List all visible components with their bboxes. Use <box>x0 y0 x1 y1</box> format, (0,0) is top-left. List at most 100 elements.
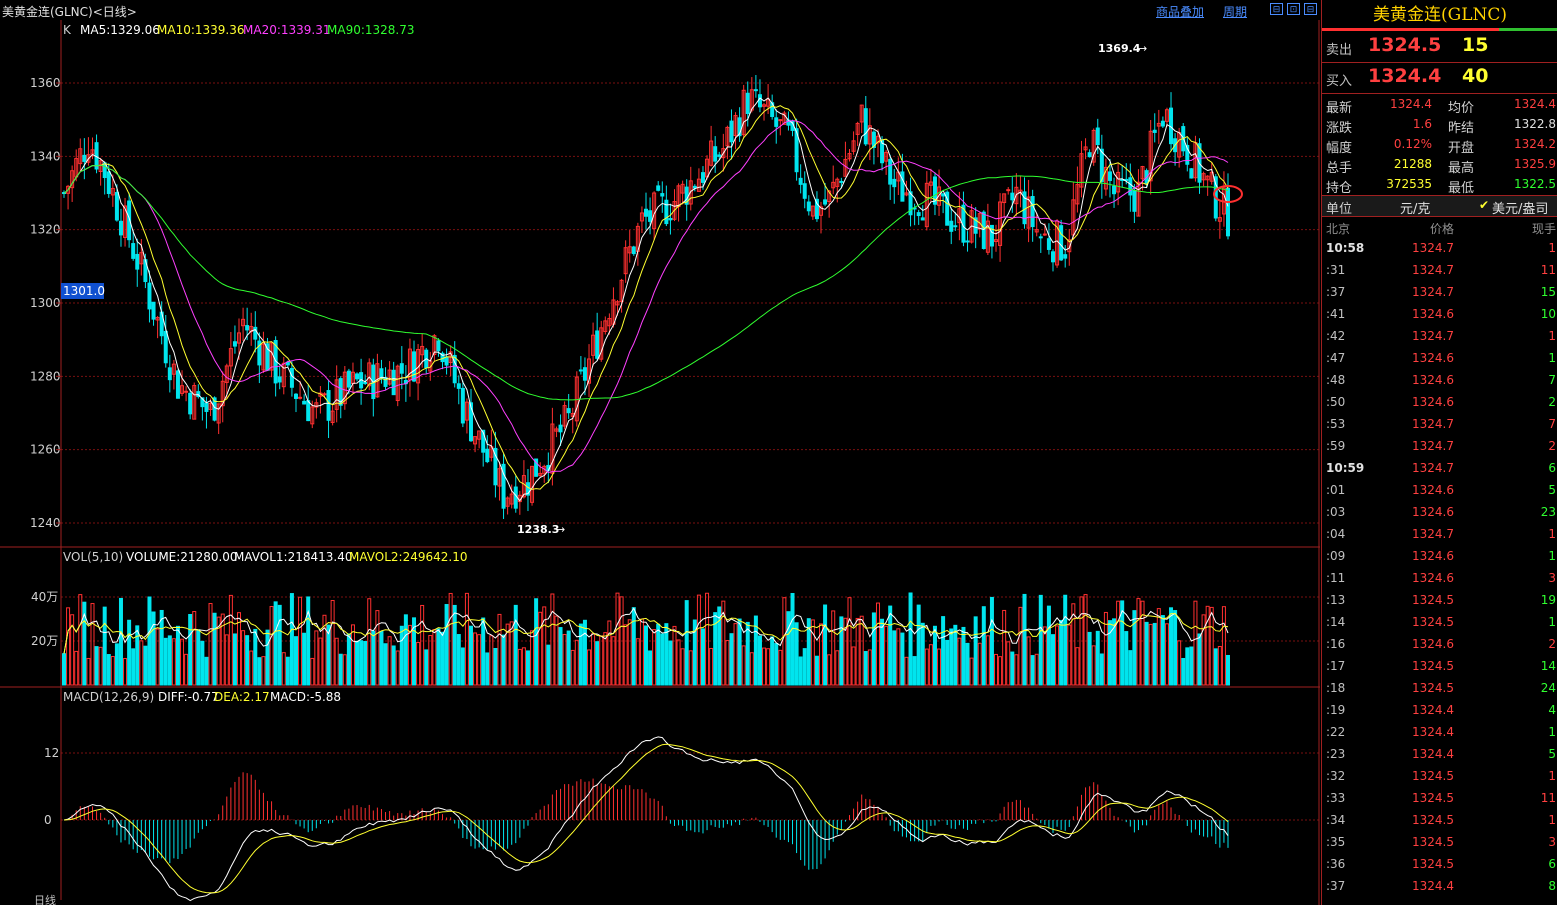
volume-bar <box>1124 631 1129 686</box>
buy-row[interactable]: 买入 1324.4 40 <box>1322 62 1557 93</box>
candle-body <box>363 381 368 384</box>
volume-bar <box>1046 605 1051 686</box>
volume-bar <box>814 655 819 686</box>
volume-bar <box>794 622 799 686</box>
volume-bar <box>688 650 693 686</box>
tick-row: :42 1324.7 1 <box>1322 326 1557 348</box>
volume-bar <box>1193 600 1198 686</box>
candle-body <box>82 154 87 162</box>
volume-bar <box>867 649 872 686</box>
candle-body <box>920 217 925 221</box>
tick-volume: 4 <box>1548 703 1556 717</box>
volume-bar <box>424 649 429 686</box>
volume-bar <box>468 625 473 686</box>
tick-volume: 6 <box>1548 857 1556 871</box>
stat-row: 涨跌 1.6 昨结 1322.8 <box>1322 114 1557 136</box>
ma10-label: MA10:1339.36 <box>157 23 245 37</box>
volume-bar <box>908 592 913 686</box>
checkmark-icon[interactable]: ✔ <box>1479 198 1489 212</box>
tick-volume: 7 <box>1548 373 1556 387</box>
volume-bar <box>1006 641 1011 686</box>
kline-chart[interactable]: 136013401320130012801260124040万20万120 K … <box>0 20 1320 905</box>
volume-bar <box>102 606 107 686</box>
volume-bar <box>1177 640 1182 686</box>
volume-value: VOLUME:21280.00 <box>126 550 238 564</box>
volume-bar <box>639 618 644 686</box>
sell-volume: 15 <box>1462 34 1489 56</box>
candle-body <box>1059 225 1064 261</box>
low-marker-label: 1238.3 <box>517 523 559 536</box>
maximize-icon[interactable]: ⊡ <box>1287 3 1300 15</box>
volume-bar <box>375 610 380 686</box>
volume-bar <box>123 658 128 686</box>
volume-bar <box>1034 653 1039 686</box>
period-link[interactable]: 周期 <box>1223 3 1247 20</box>
volume-bar <box>367 598 372 686</box>
candle-body <box>460 387 465 424</box>
volume-bar <box>355 640 360 686</box>
volume-bar <box>62 653 66 686</box>
volume-bar <box>395 650 400 686</box>
volume-bar <box>1116 600 1121 686</box>
volume-bar <box>1107 620 1112 686</box>
candle-body <box>485 448 490 463</box>
candle-body <box>167 367 172 381</box>
tick-volume: 8 <box>1548 879 1556 893</box>
candle-body <box>277 376 282 383</box>
ma20-line <box>63 120 1229 474</box>
volume-bar <box>582 619 587 686</box>
volume-bar <box>208 603 213 686</box>
volume-bar <box>786 611 791 686</box>
volume-bar <box>106 654 111 686</box>
tick-row: :35 1324.5 3 <box>1322 832 1557 854</box>
candle-body <box>953 225 958 228</box>
overlay-commodity-link[interactable]: 商品叠加 <box>1156 3 1204 20</box>
volume-bar <box>1055 625 1060 686</box>
volume-bar <box>920 622 925 686</box>
minimize-icon[interactable]: ⊟ <box>1304 3 1317 15</box>
volume-bar <box>420 604 425 686</box>
sell-row[interactable]: 卖出 1324.5 15 <box>1322 31 1557 62</box>
volume-bar <box>550 593 555 686</box>
unit-alt-option[interactable]: 美元/盎司 <box>1492 198 1548 217</box>
volume-bar <box>977 642 982 686</box>
volume-bar <box>1128 650 1133 686</box>
unit-label: 单位 <box>1326 202 1353 217</box>
tick-volume: 10 <box>1540 307 1556 321</box>
volume-bar <box>139 640 144 686</box>
volume-bar <box>961 626 966 686</box>
restore-icon[interactable]: ⊟ <box>1270 3 1283 15</box>
volume-bar <box>615 592 620 686</box>
candle-body <box>1226 187 1230 237</box>
candle-body <box>757 94 762 108</box>
volume-bar <box>595 641 600 686</box>
stat-row: 持仓 372535 最低 1322.5 <box>1322 174 1557 196</box>
volume-bar <box>151 611 156 686</box>
candle-body <box>245 325 250 331</box>
tick-volume: 5 <box>1548 747 1556 761</box>
volume-bar <box>994 653 999 686</box>
tick-row: :50 1324.6 2 <box>1322 392 1557 414</box>
volume-bar <box>941 616 946 686</box>
volume-bar <box>416 642 421 686</box>
candle-body <box>863 108 868 145</box>
volume-bar <box>888 605 893 686</box>
tick-row: :31 1324.7 11 <box>1322 260 1557 282</box>
unit-row[interactable]: 单位 元/克 ✔ 美元/盎司 <box>1322 195 1557 217</box>
candle-body <box>322 393 327 396</box>
volume-bar <box>823 604 828 686</box>
volume-bar <box>175 625 180 686</box>
volume-bar <box>574 639 579 686</box>
volume-bar <box>570 649 575 686</box>
volume-bar <box>810 619 815 686</box>
volume-bar <box>521 647 526 686</box>
volume-bar <box>497 613 502 686</box>
volume-bar <box>1026 636 1031 686</box>
volume-bar <box>1189 646 1194 686</box>
tick-volume: 6 <box>1548 461 1556 475</box>
volume-bar <box>932 625 937 686</box>
volume-bar <box>289 593 294 686</box>
volume-bar <box>1083 594 1088 686</box>
volume-bar <box>875 602 880 686</box>
volume-bar <box>257 657 262 686</box>
